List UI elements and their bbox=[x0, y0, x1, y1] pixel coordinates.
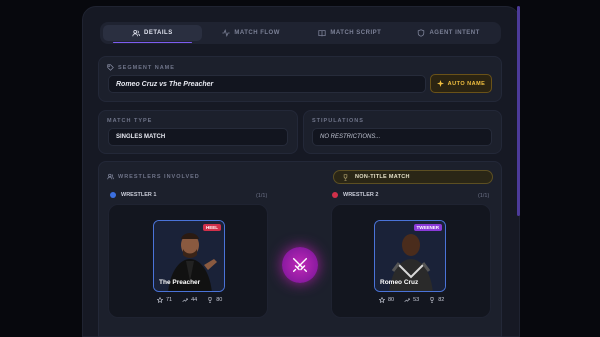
tab-match-script[interactable]: MATCH SCRIPT bbox=[301, 25, 400, 41]
book-icon bbox=[318, 30, 327, 37]
tab-label: MATCH FLOW bbox=[234, 30, 280, 36]
stat-popularity: 71 bbox=[157, 297, 172, 303]
wrestler-1-count: (1/1) bbox=[256, 193, 268, 199]
swap-wrestlers-button[interactable] bbox=[282, 247, 318, 283]
tab-match-flow[interactable]: MATCH FLOW bbox=[202, 25, 301, 41]
tab-agent-intent[interactable]: AGENT INTENT bbox=[399, 25, 498, 41]
trophy-icon bbox=[430, 297, 434, 303]
scrollbar[interactable] bbox=[517, 6, 520, 216]
tag-icon bbox=[107, 64, 114, 71]
wrestler-1-dot bbox=[110, 192, 116, 198]
wrestler-1-card[interactable]: HEEL The Preacher bbox=[153, 220, 225, 292]
stipulations-input[interactable]: NO RESTRICTIONS... bbox=[312, 128, 492, 146]
star-icon bbox=[379, 297, 385, 303]
users-icon bbox=[107, 173, 114, 180]
segment-name-input[interactable]: Romeo Cruz vs The Preacher bbox=[108, 75, 426, 93]
tab-bar: DETAILS MATCH FLOW MATCH SCRIPT AGENT IN… bbox=[100, 22, 501, 44]
wrestler-1-stats: 71 44 80 bbox=[157, 297, 222, 303]
segment-name-value: Romeo Cruz vs The Preacher bbox=[116, 80, 214, 88]
wrestler-2-card[interactable]: TWEENER Romeo Cruz bbox=[374, 220, 446, 292]
wrestler-2-label: WRESTLER 2 bbox=[332, 192, 378, 198]
wrestler-2-count: (1/1) bbox=[478, 193, 490, 199]
users-icon bbox=[132, 29, 140, 37]
wrestler-name: Romeo Cruz bbox=[380, 279, 419, 286]
star-icon bbox=[157, 297, 163, 303]
title-status-select[interactable]: NON-TITLE MATCH bbox=[333, 170, 493, 184]
wrestler-name: The Preacher bbox=[159, 279, 201, 286]
trophy-icon bbox=[343, 173, 348, 181]
tab-label: AGENT INTENT bbox=[429, 30, 480, 36]
trend-up-icon bbox=[182, 298, 188, 303]
tab-label: MATCH SCRIPT bbox=[330, 30, 382, 36]
alignment-badge: TWEENER bbox=[413, 224, 442, 231]
stat-accolades: 80 bbox=[207, 297, 222, 303]
stipulations-value: NO RESTRICTIONS... bbox=[320, 134, 381, 140]
stat-accolades: 82 bbox=[429, 297, 444, 303]
match-type-label: MATCH TYPE bbox=[107, 118, 153, 124]
auto-name-button[interactable]: AUTO NAME bbox=[430, 74, 492, 93]
alignment-badge: HEEL bbox=[202, 224, 221, 231]
wrestlers-involved-label: WRESTLERS INVOLVED bbox=[107, 173, 200, 180]
shield-icon bbox=[418, 29, 425, 37]
title-status-value: NON-TITLE MATCH bbox=[355, 174, 410, 180]
activity-icon bbox=[222, 29, 230, 37]
stat-popularity: 80 bbox=[379, 297, 394, 303]
wrestler-2-dot bbox=[332, 192, 338, 198]
auto-name-label: AUTO NAME bbox=[447, 80, 486, 87]
tab-label: DETAILS bbox=[144, 30, 173, 36]
stat-momentum: 44 bbox=[182, 297, 197, 303]
trend-up-icon bbox=[404, 298, 410, 303]
wrestler-2-stats: 80 53 82 bbox=[379, 297, 444, 303]
stipulations-label: STIPULATIONS bbox=[312, 118, 364, 124]
sparkle-icon bbox=[436, 80, 444, 87]
wrestler-1-label: WRESTLER 1 bbox=[110, 192, 156, 198]
match-type-select[interactable]: SINGLES MATCH bbox=[108, 128, 288, 146]
stat-momentum: 53 bbox=[404, 297, 419, 303]
match-type-value: SINGLES MATCH bbox=[116, 134, 166, 140]
trophy-icon bbox=[208, 297, 212, 303]
segment-name-label: SEGMENT NAME bbox=[107, 64, 175, 71]
tab-details[interactable]: DETAILS bbox=[103, 25, 202, 43]
crossed-swords-icon bbox=[292, 257, 308, 273]
